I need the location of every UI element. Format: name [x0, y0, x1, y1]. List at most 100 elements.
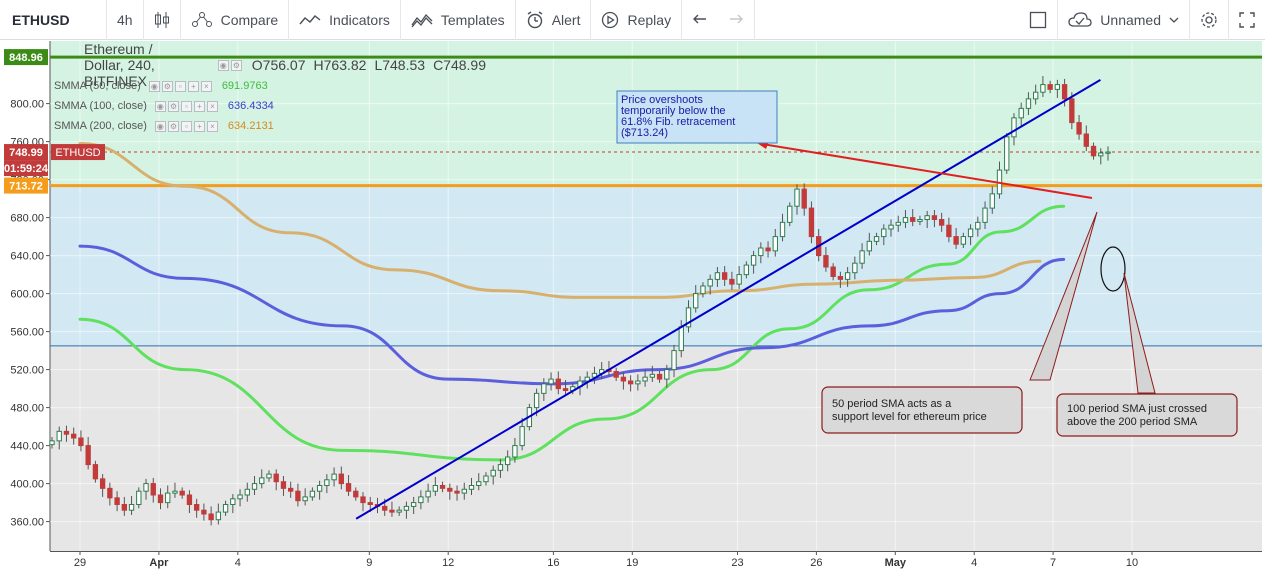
candle-body	[165, 492, 171, 504]
format-icon[interactable]: ▫	[174, 80, 186, 92]
countdown-tag-text: 01:59:24	[4, 163, 49, 175]
y-tick-label: 520.00	[10, 365, 44, 377]
alert-button[interactable]: Alert	[516, 0, 592, 40]
replay-icon	[601, 11, 619, 29]
candle-body	[844, 272, 851, 280]
candle-body	[447, 487, 453, 492]
y-tick-label: 480.00	[10, 403, 44, 415]
plus-icon[interactable]: +	[193, 100, 205, 112]
legend-sma200-row[interactable]: SMMA (200, close) ◉ ⚙ ▫ + × 634.2131	[54, 116, 494, 136]
candle-body	[548, 378, 554, 385]
templates-icon	[411, 12, 433, 28]
candle-body	[461, 488, 467, 494]
legend-open: O756.07	[251, 57, 306, 73]
interval-label: 4h	[117, 11, 133, 28]
close-icon[interactable]: ×	[206, 120, 218, 132]
legend-low: L748.53	[374, 57, 426, 73]
candle-body	[150, 483, 156, 496]
candle-body	[121, 504, 127, 511]
plus-icon[interactable]: +	[193, 120, 205, 132]
candle-body	[331, 473, 337, 481]
candle-body	[1033, 91, 1039, 100]
eye-icon[interactable]: ◉	[148, 80, 160, 92]
time-axis[interactable]: 29 Apr 4 9 12 16 19 23 26 May 4 7 10	[0, 551, 1262, 573]
replay-button[interactable]: Replay	[591, 0, 683, 40]
candle-body	[519, 426, 525, 447]
sma50-note-text: 50 period SMA acts as a	[832, 398, 952, 410]
candle-body	[852, 262, 858, 274]
plus-icon[interactable]: +	[187, 80, 199, 92]
legend-sma100-buttons[interactable]: ◉ ⚙ ▫ + ×	[154, 100, 220, 112]
gear-icon	[1200, 11, 1218, 29]
candle-body	[78, 437, 84, 447]
legend-sma100-label: SMMA (100, close)	[54, 100, 147, 112]
candle-body	[960, 236, 967, 245]
candle-body	[49, 440, 55, 446]
legend-sma50-buttons[interactable]: ◉ ⚙ ▫ + ×	[148, 80, 214, 92]
format-icon[interactable]: ▫	[180, 120, 192, 132]
candle-body	[700, 285, 706, 295]
legend-sma200-buttons[interactable]: ◉ ⚙ ▫ + ×	[154, 120, 220, 132]
settings-button[interactable]	[1190, 0, 1229, 40]
candle-body	[1090, 145, 1097, 157]
candle-body	[468, 485, 475, 490]
gear-small-icon[interactable]: ⚙	[161, 80, 173, 92]
indicators-button[interactable]: Indicators	[289, 0, 401, 40]
candle-body	[1004, 136, 1010, 171]
layout-name: Unnamed	[1100, 11, 1161, 28]
candle-body	[758, 247, 764, 257]
candle-body	[910, 217, 916, 222]
last-symbol-tag-text: ETHUSD	[55, 147, 100, 159]
candle-body	[736, 274, 742, 285]
candle-body	[505, 456, 511, 466]
fib-price-tag-text: 713.72	[9, 181, 43, 193]
candle-body	[454, 490, 460, 494]
candle-body	[1083, 133, 1089, 147]
candle-body	[837, 276, 844, 280]
candle-body	[794, 188, 800, 207]
top-toolbar: ETHUSD 4h Compare Indicators Templates A…	[0, 0, 1265, 40]
settings-small-icon[interactable]: ⚙	[230, 59, 242, 71]
candle-body	[772, 236, 778, 252]
legend-sma100-value: 636.4334	[227, 100, 274, 112]
legend-sma200-value: 634.2131	[227, 120, 274, 132]
chevron-down-icon[interactable]	[1169, 16, 1179, 24]
candle-body	[779, 221, 786, 238]
candle-body	[823, 255, 829, 268]
fullscreen-button[interactable]	[1229, 0, 1265, 40]
eye-icon[interactable]: ◉	[154, 100, 166, 112]
candle-body	[642, 376, 648, 382]
format-icon[interactable]: ▫	[180, 100, 192, 112]
multi-layout-button[interactable]	[1019, 0, 1059, 40]
legend-sma100-row[interactable]: SMMA (100, close) ◉ ⚙ ▫ + × 636.4334	[54, 96, 494, 116]
x-tick-label: 4	[971, 557, 977, 569]
eye-icon[interactable]: ◉	[154, 120, 166, 132]
candle	[808, 201, 815, 244]
templates-button[interactable]: Templates	[401, 0, 516, 40]
interval-button[interactable]: 4h	[107, 0, 144, 40]
symbol-search-button[interactable]: ETHUSD	[0, 0, 107, 40]
gear-small-icon[interactable]: ⚙	[167, 120, 179, 132]
candle-body	[562, 388, 569, 392]
undo-button[interactable]	[682, 0, 718, 40]
chart-style-button[interactable]	[144, 0, 181, 40]
redo-button[interactable]	[718, 0, 756, 40]
compare-button[interactable]: Compare	[181, 0, 290, 40]
close-icon[interactable]: ×	[200, 80, 212, 92]
candle-body	[946, 224, 952, 238]
candle-body	[425, 490, 431, 498]
candle	[787, 202, 793, 227]
candle-body	[157, 494, 164, 504]
legend-title-row: Ethereum / Dollar, 240, BITFINEX ◉ ⚙ O756…	[54, 41, 494, 89]
visibility-icon[interactable]: ◉	[217, 59, 229, 71]
candle-body	[895, 221, 901, 226]
candle-body	[273, 473, 279, 483]
candle-body	[982, 207, 988, 223]
gear-small-icon[interactable]: ⚙	[167, 100, 179, 112]
save-layout-button[interactable]: Unnamed	[1058, 0, 1190, 40]
candle-body	[244, 488, 250, 496]
legend-title-buttons[interactable]: ◉ ⚙	[217, 59, 244, 71]
close-icon[interactable]: ×	[206, 100, 218, 112]
candle-body	[656, 373, 663, 380]
candle-body	[338, 473, 344, 485]
